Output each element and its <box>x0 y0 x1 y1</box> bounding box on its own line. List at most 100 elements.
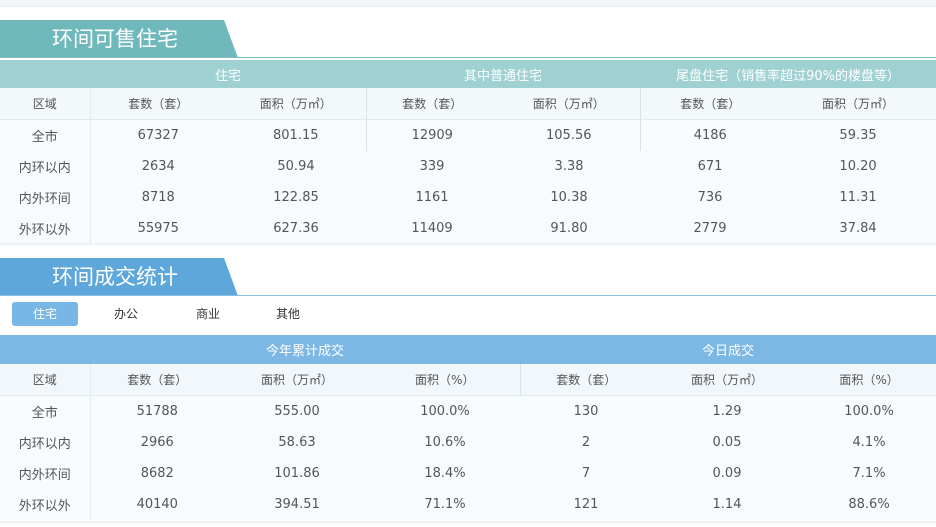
table-cell: 736 <box>640 182 781 213</box>
table-cell: 11409 <box>366 213 499 244</box>
column-header: 套数（套） <box>520 364 653 396</box>
table-cell: 130 <box>520 395 653 427</box>
table-shadow <box>0 521 936 525</box>
table-cell: 10.6% <box>370 427 521 458</box>
table-cell: 627.36 <box>226 213 367 244</box>
table-cell: 40140 <box>90 489 224 520</box>
table-cell: 100.0% <box>370 395 521 427</box>
column-header: 面积（万㎡） <box>226 88 367 120</box>
table-cell: 671 <box>640 151 781 182</box>
column-header: 套数（套） <box>640 88 781 120</box>
table-cell: 37.84 <box>780 213 936 244</box>
table-row: 内环以内 2966 58.63 10.6% 2 0.05 4.1% <box>0 427 936 458</box>
table-row: 内环以内 2634 50.94 339 3.38 671 10.20 <box>0 151 936 182</box>
table-column-header: 区域 套数（套） 面积（万㎡） 面积（%） 套数（套） 面积（万㎡） 面积（%） <box>0 364 936 396</box>
table-cell: 2966 <box>90 427 224 458</box>
table-cell: 58.63 <box>224 427 370 458</box>
table-cell: 101.86 <box>224 458 370 489</box>
table-cell: 51788 <box>90 395 224 427</box>
table-cell: 1.29 <box>652 395 803 427</box>
column-header: 区域 <box>0 88 91 120</box>
column-header: 面积（万㎡） <box>224 364 370 396</box>
table-cell: 105.56 <box>498 119 641 151</box>
table-column-header: 区域 套数（套） 面积（万㎡） 套数（套） 面积（万㎡） 套数（套） 面积（万㎡… <box>0 88 936 120</box>
tab-office[interactable]: 办公 <box>96 302 156 326</box>
table-row: 内外环间 8682 101.86 18.4% 7 0.09 7.1% <box>0 458 936 489</box>
group-header-year-total: 今年累计成交 <box>90 335 521 364</box>
group-header-housing: 住宅 <box>90 60 367 88</box>
table-cell: 1161 <box>366 182 499 213</box>
row-label: 内外环间 <box>0 458 91 489</box>
table-cell: 100.0% <box>802 395 936 427</box>
table-row: 全市 51788 555.00 100.0% 130 1.29 100.0% <box>0 395 936 427</box>
table-cell: 10.38 <box>498 182 641 213</box>
column-header: 面积（万㎡） <box>652 364 803 396</box>
table-cell: 88.6% <box>802 489 936 520</box>
table-cell: 2 <box>520 427 653 458</box>
table-group-header: 今年累计成交 今日成交 <box>0 335 936 364</box>
table-cell: 122.85 <box>226 182 367 213</box>
section-divider <box>0 57 936 58</box>
table-cell: 4186 <box>640 119 781 151</box>
table-cell: 121 <box>520 489 653 520</box>
table-cell: 7.1% <box>802 458 936 489</box>
tab-other[interactable]: 其他 <box>258 302 318 326</box>
column-header: 面积（万㎡） <box>780 88 936 120</box>
table-row: 内外环间 8718 122.85 1161 10.38 736 11.31 <box>0 182 936 213</box>
table-cell: 11.31 <box>780 182 936 213</box>
table-row: 外环以外 40140 394.51 71.1% 121 1.14 88.6% <box>0 489 936 520</box>
table-shadow <box>0 243 936 247</box>
table-cell: 18.4% <box>370 458 521 489</box>
table-cell: 7 <box>520 458 653 489</box>
table-cell: 0.09 <box>652 458 803 489</box>
group-header-tail-housing: 尾盘住宅（销售率超过90%的楼盘等） <box>640 60 936 88</box>
section-divider <box>0 295 936 296</box>
column-header: 区域 <box>0 364 91 396</box>
column-header: 套数（套） <box>90 88 226 120</box>
row-label: 内环以内 <box>0 427 91 458</box>
table-cell: 4.1% <box>802 427 936 458</box>
group-header-today: 今日成交 <box>520 335 936 364</box>
top-strip <box>0 0 936 7</box>
table-row: 全市 67327 801.15 12909 105.56 4186 59.35 <box>0 119 936 151</box>
table-cell: 8718 <box>90 182 226 213</box>
row-label: 内环以内 <box>0 151 91 182</box>
table-cell: 50.94 <box>226 151 367 182</box>
table-cell: 394.51 <box>224 489 370 520</box>
available-housing-table: 住宅 其中普通住宅 尾盘住宅（销售率超过90%的楼盘等） 区域 套数（套） 面积… <box>0 60 936 244</box>
table-cell: 10.20 <box>780 151 936 182</box>
transaction-stats-table: 今年累计成交 今日成交 区域 套数（套） 面积（万㎡） 面积（%） 套数（套） … <box>0 335 936 520</box>
table-cell: 59.35 <box>780 119 936 151</box>
table-cell: 12909 <box>366 119 499 151</box>
column-header: 面积（%） <box>802 364 936 396</box>
section-title-available-housing: 环间可售住宅 <box>0 20 238 58</box>
table-cell: 801.15 <box>226 119 367 151</box>
row-label: 全市 <box>0 119 91 151</box>
table-cell: 91.80 <box>498 213 641 244</box>
table-cell: 3.38 <box>498 151 641 182</box>
column-header: 套数（套） <box>366 88 499 120</box>
table-cell: 8682 <box>90 458 224 489</box>
table-cell: 71.1% <box>370 489 521 520</box>
column-header: 面积（%） <box>370 364 521 396</box>
table-cell: 55975 <box>90 213 226 244</box>
row-label: 外环以外 <box>0 213 91 244</box>
table-cell: 0.05 <box>652 427 803 458</box>
tab-residential[interactable]: 住宅 <box>12 302 78 326</box>
tab-commercial[interactable]: 商业 <box>178 302 238 326</box>
row-label: 外环以外 <box>0 489 91 520</box>
section-title-transaction-stats: 环间成交统计 <box>0 258 238 296</box>
row-label: 内外环间 <box>0 182 91 213</box>
table-group-header: 住宅 其中普通住宅 尾盘住宅（销售率超过90%的楼盘等） <box>0 60 936 88</box>
table-cell: 339 <box>366 151 499 182</box>
table-cell: 67327 <box>90 119 226 151</box>
column-header: 套数（套） <box>90 364 224 396</box>
table-cell: 1.14 <box>652 489 803 520</box>
group-header-ordinary-housing: 其中普通住宅 <box>366 60 641 88</box>
column-header: 面积（万㎡） <box>498 88 641 120</box>
table-cell: 555.00 <box>224 395 370 427</box>
table-cell: 2779 <box>640 213 781 244</box>
table-row: 外环以外 55975 627.36 11409 91.80 2779 37.84 <box>0 213 936 244</box>
table-cell: 2634 <box>90 151 226 182</box>
row-label: 全市 <box>0 395 91 427</box>
